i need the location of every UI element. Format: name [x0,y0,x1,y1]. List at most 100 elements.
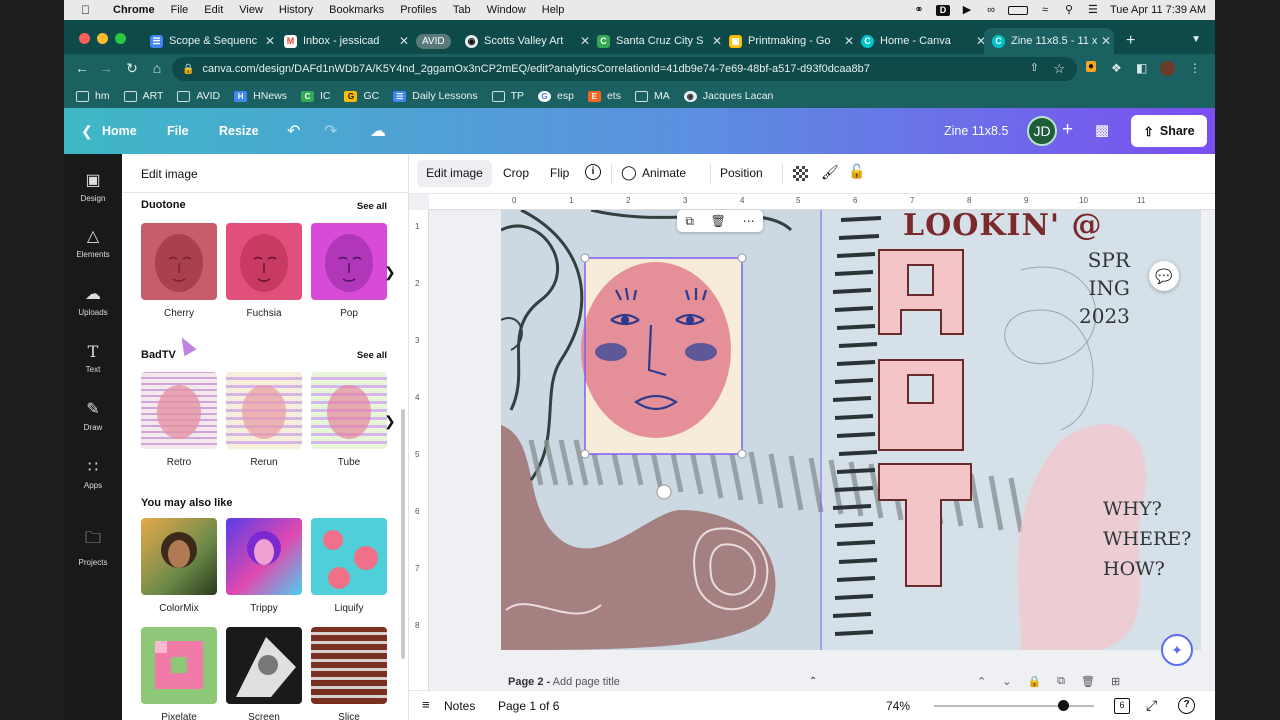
add-comment-icon[interactable]: 💬 [1149,261,1179,291]
cloud-saved-icon[interactable]: ☁ [370,121,386,141]
menu-tab[interactable]: Tab [453,4,471,16]
flip-button[interactable]: Flip [550,166,569,180]
insights-chart-icon[interactable]: ▩ [1095,121,1109,139]
menu-window[interactable]: Window [487,4,526,16]
menu-bookmarks[interactable]: Bookmarks [329,4,384,16]
profile-avatar[interactable] [1160,61,1175,76]
extensions-puzzle-icon[interactable]: ❖ [1111,61,1122,75]
undo-icon[interactable]: ↶ [287,121,300,141]
edit-image-button[interactable]: Edit image [417,160,492,187]
menu-profiles[interactable]: Profiles [400,4,437,16]
delete-page-icon[interactable]: 🗑 [1081,675,1095,688]
file-menu-button[interactable]: File [167,124,189,138]
thumb-cherry[interactable] [141,223,217,300]
home-button[interactable]: Home [102,124,137,138]
reload-icon[interactable]: ↻ [124,60,140,77]
menu-history[interactable]: History [279,4,313,16]
add-page-icon[interactable]: ⊞ [1111,675,1120,688]
add-collaborator-icon[interactable]: + [1062,119,1073,141]
trash-icon[interactable]: 🗑 [711,214,726,228]
tab-scope[interactable]: ☰ Scope & Sequenc ✕ [142,28,275,54]
fullscreen-icon[interactable]: ⤢ [1146,697,1157,714]
share-button[interactable]: ⇧ Share [1131,115,1207,147]
zoom-slider[interactable] [934,705,1094,707]
close-tab-icon[interactable]: ✕ [265,34,275,48]
rail-text[interactable]: T Text [64,342,122,374]
zoom-slider-knob[interactable] [1057,700,1069,711]
carousel-next-icon[interactable]: ❯ [384,413,396,430]
new-tab-icon[interactable]: + [1126,32,1135,50]
creative-cloud-icon[interactable]: ⚭ [912,4,926,16]
address-bar[interactable]: 🔒 canva.com/design/DAFd1nWDb7A/K5Y4nd_2g… [172,57,1077,81]
lock-icon[interactable]: 🔓 [848,163,865,180]
bookmark-tp[interactable]: TP [491,90,524,102]
user-avatar[interactable]: JD [1027,116,1057,146]
browser-menu-icon[interactable]: ⋮ [1189,61,1201,75]
rail-projects[interactable]: 🗀 Projects [64,527,122,567]
see-all-badtv[interactable]: See all [357,350,387,361]
chevron-up-icon[interactable]: ⌃ [809,676,817,687]
battery-icon[interactable] [1007,5,1028,15]
duplicate-page-icon[interactable]: ⧉ [1057,675,1065,688]
d-app-icon[interactable]: D [935,4,950,16]
play-icon[interactable]: ▶ [960,4,974,16]
rail-design[interactable]: ▣ Design [64,170,122,203]
zoom-window-button[interactable] [115,33,126,44]
menu-app-name[interactable]: Chrome [113,4,155,16]
bookmark-ets[interactable]: Eets [587,90,621,102]
zine-season-text[interactable]: SPR ING 2023 [1079,246,1130,330]
control-center-icon[interactable]: ☰ [1086,4,1100,16]
thumb-trippy[interactable] [226,518,302,595]
share-page-icon[interactable]: ⇧ [1030,61,1039,74]
notes-button[interactable]: Notes [444,699,475,713]
thumb-pixelate[interactable] [141,627,217,704]
thumb-slice[interactable] [311,627,387,704]
bookmark-ic[interactable]: C IC [300,90,330,102]
bookmark-gc[interactable]: G GC [344,90,379,102]
thumb-liquify[interactable] [311,518,387,595]
crop-button[interactable]: Crop [503,166,529,180]
lock-page-icon[interactable]: 🔒 [1027,675,1041,688]
bookmark-star-icon[interactable]: ☆ [1053,61,1065,77]
tab-search-chevron-icon[interactable]: ▼ [1191,34,1201,45]
copy-style-icon[interactable]: 🖌 [821,164,839,181]
home-icon[interactable]: ⌂ [149,60,165,76]
thumb-tube[interactable] [311,372,387,449]
tab-santa-cruz[interactable]: C Santa Cruz City S ✕ [589,28,722,54]
tab-zine-active[interactable]: C Zine 11x8.5 - 11 x ✕ [984,28,1114,54]
bookmark-avid[interactable]: AVID [177,90,220,102]
chevron-left-icon[interactable]: ❮ [81,123,93,140]
zoom-value[interactable]: 74% [886,699,910,713]
duplicate-icon[interactable]: ⧉ [685,214,694,229]
position-button[interactable]: Position [720,166,763,180]
tab-printmaking[interactable]: ▣ Printmaking - Go ✕ [721,28,854,54]
extension-icon[interactable]: ● [1086,61,1097,72]
zine-questions-text[interactable]: WHY? WHERE? HOW? [1103,494,1191,584]
move-page-up-icon[interactable]: ⌃ [977,675,986,688]
bookmark-jacques-lacan[interactable]: ◉ Jacques Lacan [683,90,773,102]
wifi-icon[interactable]: ≈ [1038,4,1052,16]
animate-button[interactable]: Animate [642,166,686,180]
page-title-input[interactable]: Add page title [553,676,620,688]
animate-icon[interactable]: ◯ [621,164,637,181]
redo-icon[interactable]: ↷ [324,121,337,141]
design-title[interactable]: Zine 11x8.5 [944,124,1008,138]
resize-button[interactable]: Resize [219,124,259,138]
menu-help[interactable]: Help [542,4,565,16]
sidepanel-icon[interactable]: ◧ [1136,61,1147,75]
bookmark-esp[interactable]: Gesp [538,90,574,102]
bookmark-daily-lessons[interactable]: ☰ Daily Lessons [393,90,478,102]
thumb-fuchsia[interactable] [226,223,302,300]
bluetooth-icon[interactable]: ∞ [984,4,998,16]
thumb-screen[interactable] [226,627,302,704]
thumb-retro[interactable] [141,372,217,449]
lock-icon[interactable]: 🔒 [182,64,194,75]
bookmark-hnews[interactable]: H HNews [234,90,287,102]
rail-elements[interactable]: △ Elements [64,226,122,259]
clock[interactable]: Tue Apr 11 7:39 AM [1110,4,1206,16]
move-page-down-icon[interactable]: ⌄ [1002,675,1011,688]
see-all-duotone[interactable]: See all [357,201,387,212]
rail-apps[interactable]: ∷ Apps [64,457,122,490]
thumb-rerun[interactable] [226,372,302,449]
help-icon[interactable]: ? [1178,697,1195,714]
